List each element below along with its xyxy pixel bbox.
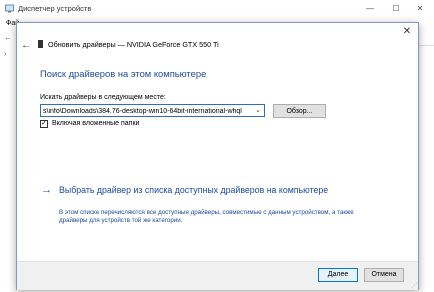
device-manager-title: Диспетчер устройств bbox=[18, 4, 92, 13]
section-title: Поиск драйверов на этом компьютере bbox=[40, 68, 207, 79]
dialog-footer: Далее Отмена ⋰ bbox=[17, 261, 418, 290]
next-button[interactable]: Далее bbox=[318, 268, 358, 282]
pick-driver-description: В этом списке перечисляются все доступны… bbox=[59, 209, 354, 224]
chevron-down-icon[interactable]: ⌄ bbox=[255, 106, 261, 114]
update-drivers-dialog: ✕ ← Обновить драйверы — NVIDIA GeForce G… bbox=[16, 22, 419, 290]
pick-driver-link[interactable]: Выбрать драйвер из списка доступных драй… bbox=[59, 185, 379, 196]
close-dialog-button[interactable]: ✕ bbox=[400, 25, 414, 39]
resize-grip-icon[interactable]: ⋰ bbox=[411, 282, 417, 289]
driver-path-input[interactable] bbox=[43, 106, 251, 116]
driver-path-combobox[interactable]: ⌄ bbox=[40, 104, 265, 117]
dialog-header-title: Обновить драйверы — NVIDIA GeForce GTX 5… bbox=[48, 40, 219, 49]
back-button[interactable]: ← bbox=[21, 40, 31, 51]
chevron-down-icon[interactable]: › bbox=[4, 51, 6, 58]
close-window-button[interactable]: ✕ bbox=[408, 0, 432, 18]
include-subfolders-label[interactable]: Включая вложенные папки bbox=[52, 120, 139, 127]
cancel-button[interactable]: Отмена bbox=[364, 268, 404, 282]
minimize-button[interactable]: — bbox=[358, 0, 382, 18]
device-icon bbox=[38, 40, 43, 48]
search-location-label: Искать драйверы в следующем месте: bbox=[40, 94, 166, 101]
device-manager-app-icon bbox=[5, 4, 14, 13]
browse-button[interactable]: Обзор... bbox=[273, 104, 326, 118]
maximize-button[interactable]: ☐ bbox=[384, 0, 408, 18]
device-tree: › bbox=[0, 45, 16, 292]
include-subfolders-checkbox[interactable]: ✓ bbox=[40, 120, 48, 128]
arrow-right-icon[interactable]: → bbox=[41, 184, 52, 196]
device-manager-titlebar: Диспетчер устройств — ☐ ✕ bbox=[0, 0, 434, 18]
arrow-left-icon[interactable]: ← bbox=[4, 33, 12, 42]
